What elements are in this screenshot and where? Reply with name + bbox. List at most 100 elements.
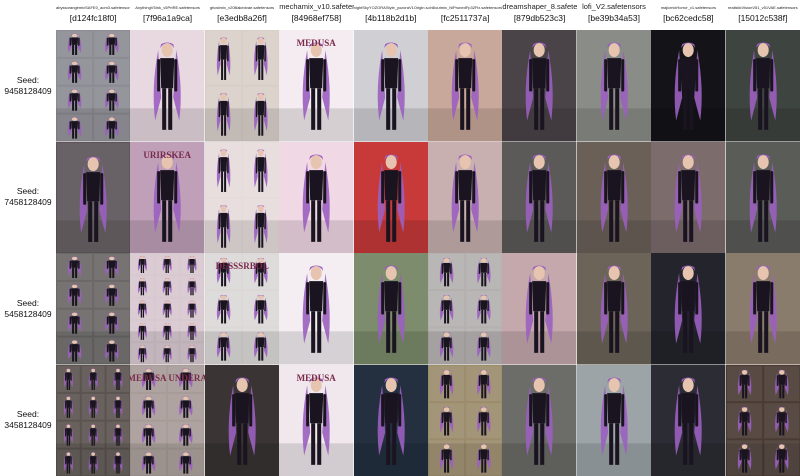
generated-image[interactable] [502, 364, 577, 476]
thumbnail-graphic [502, 141, 577, 253]
generated-image[interactable] [56, 364, 131, 476]
seed-caption: Seed: [16, 297, 40, 308]
generated-image[interactable]: MEDUSA [279, 364, 354, 476]
seed-label: Seed: 3458128409 [0, 365, 56, 476]
generated-image[interactable] [651, 364, 726, 476]
generated-image[interactable] [428, 141, 503, 253]
thumbnail-graphic [56, 364, 131, 476]
thumbnail-graphic [428, 364, 503, 476]
column-header: realisticVisionV51_v51VAE.safetensors [15… [726, 0, 800, 30]
thumbnail-graphic [428, 30, 503, 142]
thumbnail-graphic [204, 30, 280, 142]
column-header: chilloutmix_NiPrunedFp32Fix.safetensors [… [428, 0, 502, 30]
model-hash: [be39b34a53] [587, 13, 640, 23]
thumbnail-graphic [428, 141, 503, 253]
model-hash: [15012c538f] [738, 13, 788, 23]
generated-image[interactable] [576, 30, 652, 142]
generated-image[interactable] [204, 30, 280, 142]
generated-image[interactable] [725, 30, 800, 142]
thumbnail-graphic [576, 141, 652, 253]
model-hash: [bc62cedc58] [663, 13, 714, 23]
thumbnail-graphic [576, 364, 652, 476]
thumbnail-graphic [56, 253, 131, 365]
thumbnail-graphic [353, 141, 428, 253]
model-name: mechamix_v10.safetensors [279, 2, 353, 11]
model-hash: [4b118b2d1b] [365, 13, 417, 23]
thumbnail-graphic [502, 30, 577, 142]
thumbnail-graphic [725, 30, 800, 142]
generated-image[interactable] [576, 364, 652, 476]
model-hash: [fc2511737a] [440, 13, 490, 23]
model-name: nightSkyYOZORAStyle_yozoraV1Origin.safet… [353, 5, 428, 10]
generated-image[interactable] [353, 364, 428, 476]
image-title-text: DESSSRBOL [215, 261, 268, 271]
model-name: lofi_V2.safetensors [582, 2, 646, 11]
generated-image[interactable] [502, 30, 577, 142]
generated-image[interactable] [56, 30, 131, 142]
generated-image[interactable] [56, 141, 131, 253]
thumbnail-graphic [651, 364, 726, 476]
generated-image[interactable]: MEDUSA UNDERA [130, 364, 205, 476]
generated-image[interactable] [428, 364, 503, 476]
model-name: realisticVisionV51_v51VAE.safetensors [727, 5, 798, 10]
thumbnail-graphic [428, 253, 503, 365]
thumbnail-graphic [725, 253, 800, 365]
thumbnail-graphic [651, 253, 726, 365]
seed-value: 5458128409 [4, 308, 52, 319]
generated-image[interactable]: URIRSKEA [130, 141, 205, 253]
generated-image[interactable] [651, 141, 726, 253]
generated-image[interactable] [576, 141, 652, 253]
model-name: dreamshaper_8.safetensors [502, 2, 577, 11]
model-name: abyssorangemixSAFE0_aom3.safetensors [56, 5, 131, 10]
generated-image[interactable] [428, 30, 503, 142]
thumbnail-graphic [353, 253, 428, 365]
generated-image[interactable] [353, 30, 428, 142]
generated-image[interactable] [651, 30, 726, 142]
seed-label: Seed: 7458128409 [0, 142, 56, 253]
generated-image[interactable] [725, 141, 800, 253]
generated-image[interactable] [204, 141, 280, 253]
generated-image[interactable] [502, 141, 577, 253]
model-hash: [e3edb8a26f] [217, 13, 267, 23]
generated-image[interactable]: MEDUSA [279, 30, 354, 142]
generated-image[interactable] [428, 253, 503, 365]
column-header: dreamshaper_8.safetensors [879db523c3] [502, 0, 576, 30]
thumbnail-graphic [725, 141, 800, 253]
generated-image[interactable] [279, 253, 354, 365]
generated-image[interactable]: DESSSRBOL [204, 253, 280, 365]
image-grid: MEDUSA URIRSKEA DESSSRBOL MEDUSA UNDERA MEDU… [56, 30, 800, 476]
generated-image[interactable] [502, 253, 577, 365]
model-name: chilloutmix_NiPrunedFp32Fix.safetensors [428, 5, 503, 10]
generated-image[interactable] [279, 141, 354, 253]
thumbnail-graphic: MEDUSA UNDERA [130, 364, 205, 476]
thumbnail-graphic: DESSSRBOL [204, 253, 280, 365]
seed-label: Seed: 5458128409 [0, 253, 56, 364]
model-name: AnythingV5Ink_v5PrtRE.safetensors [135, 5, 200, 10]
thumbnail-graphic [130, 253, 205, 365]
column-header-row: abyssorangemixSAFE0_aom3.safetensors [d12… [56, 0, 800, 30]
generated-image[interactable] [725, 253, 800, 365]
generated-image[interactable] [204, 364, 280, 476]
generated-image[interactable] [576, 253, 652, 365]
thumbnail-graphic [204, 364, 280, 476]
generated-image[interactable] [56, 253, 131, 365]
seed-value: 3458128409 [4, 420, 52, 430]
image-title-text: URIRSKEA [144, 150, 192, 160]
thumbnail-graphic [651, 141, 726, 253]
generated-image[interactable] [353, 141, 428, 253]
generated-image[interactable] [725, 364, 800, 476]
seed-label: Seed: 9458128409 [0, 30, 56, 141]
column-header: nightSkyYOZORAStyle_yozoraV1Origin.safet… [354, 0, 428, 30]
thumbnail-graphic [725, 364, 800, 476]
column-header: lofi_V2.safetensors [be39b34a53] [577, 0, 651, 30]
thumbnail-graphic [353, 364, 428, 476]
generated-image[interactable] [130, 30, 205, 142]
model-hash: [d124fc18f0] [69, 13, 117, 23]
thumbnail-graphic [279, 253, 354, 365]
generated-image[interactable] [130, 253, 205, 365]
column-header: mechamix_v10.safetensors [84968ef758] [279, 0, 353, 30]
generated-image[interactable] [651, 253, 726, 365]
column-header: AnythingV5Ink_v5PrtRE.safetensors [7f96a1… [130, 0, 204, 30]
generated-image[interactable] [353, 253, 428, 365]
image-title-text: MEDUSA [297, 38, 337, 48]
